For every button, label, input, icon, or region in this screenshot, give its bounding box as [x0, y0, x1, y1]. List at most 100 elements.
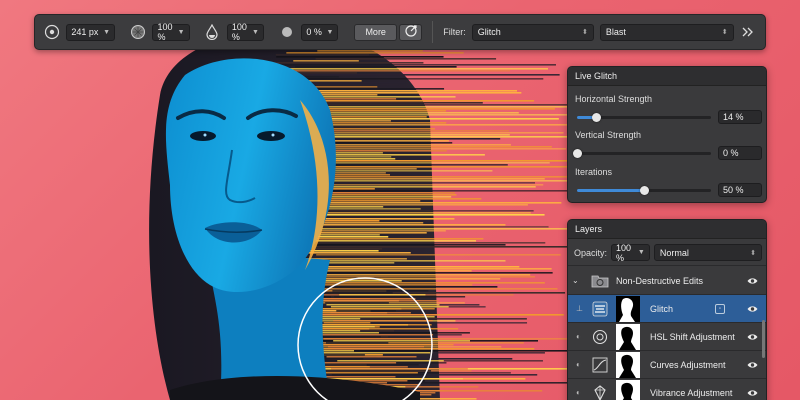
hardness-value: 100 % — [157, 22, 173, 42]
visibility-radio-icon[interactable]: ◐ — [576, 388, 581, 397]
glitch-streak — [325, 302, 389, 304]
slider-track[interactable] — [577, 186, 711, 195]
slider-value-field[interactable]: 14 % — [718, 110, 762, 124]
glitch-streak — [319, 160, 581, 162]
glitch-streak — [320, 328, 459, 330]
glitch-streak — [309, 186, 536, 188]
glitch-streak — [307, 334, 434, 336]
width-field[interactable]: 241 px ▼ — [66, 23, 116, 41]
glitch-streak — [301, 268, 552, 270]
layer-row[interactable]: ◐ HSL Shift Adjustment — [568, 323, 766, 351]
glitch-streak — [301, 252, 411, 254]
curves-icon — [590, 355, 610, 375]
slider-knob[interactable] — [591, 113, 601, 122]
layers-opacity-field[interactable]: 100 % ▼ — [611, 243, 650, 263]
mode-value: Blast — [605, 27, 626, 37]
target-brush-icon — [404, 24, 418, 40]
filter-badge-icon[interactable]: ▫ — [715, 303, 725, 314]
expand-arrow-icon[interactable]: ⌄ — [572, 276, 579, 285]
chevron-down-icon[interactable]: ▼ — [326, 29, 333, 36]
glitch-streak — [328, 346, 425, 348]
eye-icon[interactable] — [746, 359, 758, 371]
flow-field[interactable]: 0 % ▼ — [301, 23, 339, 41]
visibility-radio-icon[interactable]: ◐ — [576, 332, 581, 341]
chevron-down-icon[interactable]: ▼ — [178, 29, 185, 36]
layers-scrollbar[interactable] — [762, 320, 765, 358]
slider-track[interactable] — [577, 113, 711, 122]
glitch-streak — [267, 70, 510, 72]
filter-label: Filter: — [443, 27, 466, 37]
layer-row[interactable]: ◐ Vibrance Adjustment — [568, 379, 766, 400]
glitch-streak — [325, 342, 389, 344]
glitch-streak — [302, 230, 446, 232]
glitch-streak — [326, 356, 417, 358]
glitch-streak — [336, 310, 397, 312]
glitch-streak — [310, 236, 389, 238]
glitch-streak — [303, 136, 575, 138]
flow-dot-icon — [278, 23, 295, 41]
blend-mode-value: Normal — [659, 247, 689, 258]
glitch-streak — [315, 282, 545, 284]
eye-icon[interactable] — [746, 303, 758, 315]
brush-size-icon[interactable] — [43, 23, 60, 41]
glitch-streak — [313, 244, 506, 246]
layer-name: HSL Shift Adjustment — [650, 331, 735, 342]
glitch-streak — [334, 296, 466, 298]
eye-icon[interactable] — [746, 331, 758, 343]
filter-select[interactable]: Glitch ⬍ — [471, 23, 594, 41]
slider-knob[interactable] — [573, 149, 582, 158]
glitch-streak — [310, 300, 439, 302]
blend-mode-select[interactable]: Normal ⬍ — [653, 244, 762, 261]
glitch-streak — [308, 96, 456, 98]
eye-icon[interactable] — [746, 275, 758, 287]
hardness-field[interactable]: 100 % ▼ — [152, 22, 190, 42]
target-brush-button[interactable] — [398, 23, 423, 41]
opacity-field[interactable]: 100 % ▼ — [226, 22, 264, 42]
opacity-drop-icon — [204, 23, 221, 41]
eye-icon[interactable] — [746, 387, 758, 399]
layer-link-icon[interactable]: ⊥ — [576, 304, 583, 313]
chevron-down-icon[interactable]: ▼ — [638, 249, 645, 256]
slider-label: Horizontal Strength — [575, 94, 653, 104]
context-toolbar: 241 px ▼ 100 % ▼ 100 % ▼ 0 % ▼ More Filt… — [34, 14, 766, 50]
glitch-streak — [272, 62, 424, 64]
more-button[interactable]: More — [354, 23, 397, 41]
glitch-streak — [303, 242, 546, 244]
glitch-streak — [309, 180, 569, 182]
visibility-radio-icon[interactable]: ◐ — [576, 360, 581, 369]
layer-row[interactable]: ⌄ Non-Destructive Edits — [568, 267, 766, 295]
glitch-streak — [315, 182, 536, 184]
glitch-streak — [314, 134, 510, 136]
glitch-streak — [292, 78, 544, 80]
glitch-streak — [308, 102, 483, 104]
glitch-streak — [326, 304, 440, 306]
layer-name: Vibrance Adjustment — [650, 387, 733, 398]
chevron-down-icon[interactable]: ▼ — [252, 29, 259, 36]
slider-track[interactable] — [573, 149, 711, 158]
glitch-streak — [315, 108, 555, 110]
slider-knob[interactable] — [640, 186, 649, 195]
updown-chevron-icon: ⬍ — [750, 249, 756, 257]
chevron-down-icon[interactable]: ▼ — [103, 29, 110, 36]
slider-value-field[interactable]: 50 % — [718, 183, 762, 197]
glitch-streak — [307, 202, 562, 204]
glitch-streak — [317, 216, 431, 218]
mode-select[interactable]: Blast ⬍ — [599, 23, 734, 41]
slider-value-field[interactable]: 0 % — [718, 146, 762, 160]
glitch-streak — [319, 276, 536, 278]
glitch-streak — [301, 274, 531, 276]
expand-chevron-icon[interactable] — [740, 23, 757, 41]
slider-fill — [577, 189, 644, 192]
glitch-streak — [331, 378, 464, 380]
glitch-streak — [318, 344, 454, 346]
glitch-streak — [330, 306, 449, 308]
glitch-streak — [303, 232, 427, 234]
glitch-streak — [319, 370, 432, 372]
glitch-streak — [307, 246, 570, 248]
glitch-streak — [316, 162, 550, 164]
glitch-streak — [287, 90, 518, 92]
glitch-streak — [314, 256, 412, 258]
layer-row[interactable]: ◐ Curves Adjustment — [568, 351, 766, 379]
glitch-streak — [333, 340, 470, 342]
layer-row[interactable]: ⊥ Glitch ▫ — [568, 295, 766, 323]
